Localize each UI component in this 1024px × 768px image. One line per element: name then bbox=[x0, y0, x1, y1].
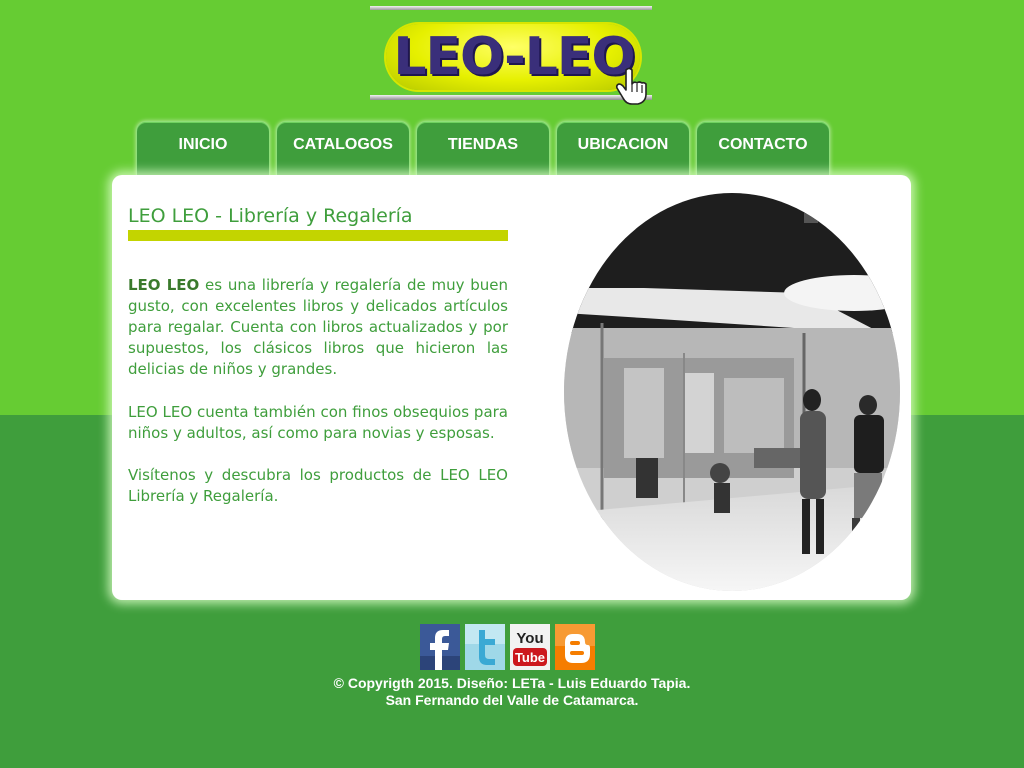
youtube-you-text: You bbox=[516, 630, 543, 647]
gifts-paragraph: LEO LEO cuenta también con finos obsequi… bbox=[128, 403, 508, 442]
visit-paragraph: Visítenos y descubra los productos de LE… bbox=[128, 466, 508, 505]
brand-name-bold: LEO LEO bbox=[128, 276, 200, 294]
page-heading: LEO LEO - Librería y Regalería bbox=[128, 205, 413, 227]
nav-item-contacto[interactable]: CONTACTO bbox=[696, 121, 830, 175]
content-panel: LEO LEO - Librería y Regalería LEO LEO e… bbox=[112, 175, 911, 600]
blogger-icon[interactable] bbox=[555, 624, 595, 670]
main-nav: INICIO CATALOGOS TIENDAS UBICACION CONTA… bbox=[136, 121, 836, 175]
intro-paragraph: LEO LEO es una librería y regalería de m… bbox=[128, 275, 508, 380]
pointing-hand-icon bbox=[615, 67, 647, 105]
logo-top-bar bbox=[370, 6, 652, 10]
youtube-tube-text: Tube bbox=[515, 650, 545, 665]
nav-item-catalogos[interactable]: CATALOGOS bbox=[276, 121, 410, 175]
logo-bottom-bar bbox=[370, 95, 652, 100]
logo-text: LEO-LEO bbox=[393, 27, 635, 87]
twitter-icon[interactable] bbox=[465, 624, 505, 670]
site-logo[interactable]: LEO-LEO bbox=[370, 6, 652, 105]
youtube-icon[interactable]: You Tube bbox=[510, 624, 550, 670]
copyright-line-2: San Fernando del Valle de Catamarca. bbox=[385, 692, 639, 708]
nav-item-tiendas[interactable]: TIENDAS bbox=[416, 121, 550, 175]
heading-underline bbox=[128, 230, 508, 241]
nav-item-inicio[interactable]: INICIO bbox=[136, 121, 270, 175]
footer-copyright: © Copyrigth 2015. Diseño: LETa - Luis Ed… bbox=[262, 675, 762, 709]
social-links: You Tube bbox=[420, 624, 596, 670]
facebook-icon[interactable] bbox=[420, 624, 460, 670]
nav-item-ubicacion[interactable]: UBICACION bbox=[556, 121, 690, 175]
office-interior-photo bbox=[564, 193, 900, 591]
copyright-line-1: © Copyrigth 2015. Diseño: LETa - Luis Ed… bbox=[333, 675, 691, 691]
